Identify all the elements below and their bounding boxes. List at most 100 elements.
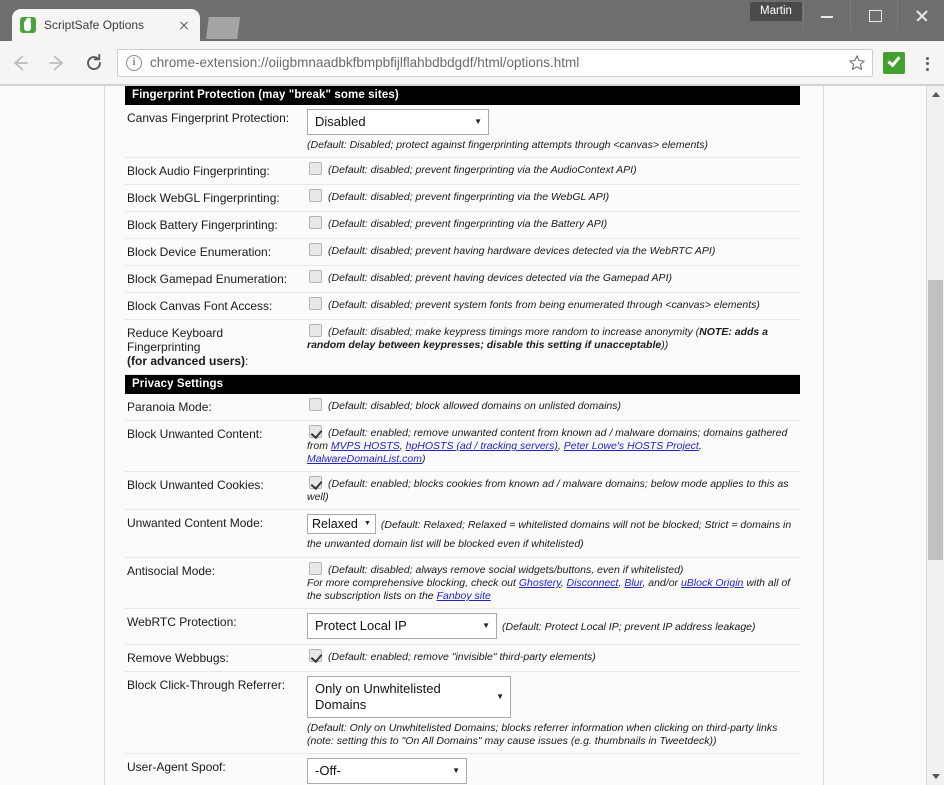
option-label: Unwanted Content Mode: — [125, 510, 307, 557]
close-window-button[interactable] — [897, 0, 944, 30]
reload-icon[interactable] — [77, 46, 111, 80]
maximize-button[interactable] — [850, 0, 897, 30]
tab-title: ScriptSafe Options — [44, 18, 176, 32]
option-row: Block WebGL Fingerprinting:(Default: dis… — [125, 185, 800, 212]
window-controls — [803, 0, 944, 30]
back-arrow-icon[interactable] — [3, 46, 37, 80]
option-control: -Off-(Default: -Off-; spoofs your user-a… — [307, 754, 800, 785]
hint-link[interactable]: Blur — [624, 577, 642, 589]
minimize-button[interactable] — [803, 0, 850, 30]
option-checkbox[interactable] — [309, 243, 322, 256]
option-checkbox[interactable] — [309, 270, 322, 283]
option-checkbox[interactable] — [309, 297, 322, 310]
chrome-menu-icon[interactable] — [913, 48, 941, 78]
option-control: Only on Unwhitelisted Domains(Default: O… — [307, 672, 800, 753]
hint-link[interactable]: hpHOSTS (ad / tracking servers) — [406, 440, 558, 452]
hint-link[interactable]: Fanboy site — [437, 590, 491, 602]
new-tab-button[interactable] — [206, 17, 240, 39]
page-info-icon[interactable]: i — [126, 55, 142, 71]
option-label: Block Battery Fingerprinting: — [125, 212, 307, 238]
option-checkbox[interactable] — [309, 216, 322, 229]
option-select[interactable]: Relaxed — [307, 514, 376, 534]
title-bar: ScriptSafe Options Martin — [0, 0, 944, 41]
option-label: User-Agent Spoof: — [125, 754, 307, 785]
option-row: Paranoia Mode:(Default: disabled; block … — [125, 394, 800, 421]
option-row: User-Agent Spoof:-Off-(Default: -Off-; s… — [125, 754, 800, 785]
option-select[interactable]: Protect Local IP — [307, 613, 497, 639]
url-text[interactable]: chrome-extension://oiigbmnaadbkfbmpbfijl… — [150, 55, 848, 70]
option-hint: (Default: disabled; block allowed domain… — [307, 398, 796, 413]
option-checkbox[interactable] — [309, 562, 322, 575]
option-label: Block Click-Through Referrer: — [125, 672, 307, 753]
page-viewport: Fingerprint Protection (may "break" some… — [0, 86, 944, 785]
option-checkbox[interactable] — [309, 649, 322, 662]
bookmark-star-icon[interactable] — [848, 54, 866, 72]
option-label: Block Audio Fingerprinting: — [125, 158, 307, 184]
option-hint: (Default: disabled; always remove social… — [307, 562, 796, 577]
option-label: Block Device Enumeration: — [125, 239, 307, 265]
option-control: (Default: disabled; prevent having devic… — [307, 266, 800, 292]
option-label: Block Unwanted Content: — [125, 421, 307, 471]
option-row: Reduce Keyboard Fingerprinting(for advan… — [125, 320, 800, 375]
option-row: Block Device Enumeration:(Default: disab… — [125, 239, 800, 266]
option-hint: (Default: disabled; prevent fingerprinti… — [307, 162, 796, 177]
option-checkbox[interactable] — [309, 425, 322, 438]
option-label: Paranoia Mode: — [125, 394, 307, 420]
option-hint: (Default: disabled; prevent fingerprinti… — [307, 216, 796, 231]
tab-close-icon[interactable] — [176, 17, 192, 33]
option-checkbox[interactable] — [309, 189, 322, 202]
hint-link[interactable]: Peter Lowe's HOSTS Project — [564, 440, 699, 452]
tab-scriptsafe-options[interactable]: ScriptSafe Options — [12, 9, 200, 41]
option-row: Canvas Fingerprint Protection:Disabled(D… — [125, 105, 800, 158]
option-label: WebRTC Protection: — [125, 609, 307, 644]
option-checkbox[interactable] — [309, 324, 322, 337]
option-hint: (Default: disabled; prevent fingerprinti… — [307, 189, 796, 204]
option-row: Block Canvas Font Access:(Default: disab… — [125, 293, 800, 320]
option-checkbox[interactable] — [309, 476, 322, 489]
option-row: Antisocial Mode:(Default: disabled; alwa… — [125, 558, 800, 609]
option-checkbox[interactable] — [309, 398, 322, 411]
hint-link[interactable]: MVPS HOSTS — [331, 440, 400, 452]
option-hint: (Default: enabled; remove unwanted conte… — [307, 425, 796, 466]
options-page: Fingerprint Protection (may "break" some… — [0, 86, 926, 785]
option-select[interactable]: Only on Unwhitelisted Domains — [307, 676, 511, 718]
option-control: (Default: disabled; always remove social… — [307, 558, 800, 608]
address-bar[interactable]: i chrome-extension://oiigbmnaadbkfbmpbfi… — [117, 49, 873, 77]
option-label: Antisocial Mode: — [125, 558, 307, 608]
option-row: Remove Webbugs:(Default: enabled; remove… — [125, 645, 800, 672]
option-control: (Default: disabled; prevent system fonts… — [307, 293, 800, 319]
option-hint: (Default: disabled; make keypress timing… — [307, 324, 796, 352]
option-hint: (Default: Relaxed; Relaxed = whitelisted… — [307, 519, 791, 550]
option-row: Block Unwanted Content:(Default: enabled… — [125, 421, 800, 472]
option-row: Unwanted Content Mode:Relaxed(Default: R… — [125, 510, 800, 558]
option-select[interactable]: -Off- — [307, 758, 467, 784]
browser-toolbar: i chrome-extension://oiigbmnaadbkfbmpbfi… — [0, 41, 944, 85]
option-hint: (Default: enabled; blocks cookies from k… — [307, 476, 796, 504]
option-hint: (Default: disabled; prevent system fonts… — [307, 297, 796, 312]
option-hint: (Default: Protect Local IP; prevent IP a… — [502, 621, 756, 633]
option-label: Reduce Keyboard Fingerprinting(for advan… — [125, 320, 307, 374]
option-control: (Default: disabled; block allowed domain… — [307, 394, 800, 420]
option-label: Block Unwanted Cookies: — [125, 472, 307, 509]
hint-link[interactable]: Ghostery — [519, 577, 561, 589]
hint-link[interactable]: uBlock Origin — [681, 577, 743, 589]
scriptsafe-favicon-icon — [20, 17, 36, 33]
option-label: Block Gamepad Enumeration: — [125, 266, 307, 292]
forward-arrow-icon[interactable] — [40, 46, 74, 80]
scrollbar-thumb[interactable] — [928, 280, 943, 560]
option-checkbox[interactable] — [309, 162, 322, 175]
hint-link[interactable]: Disconnect — [567, 577, 619, 589]
vertical-scrollbar[interactable] — [926, 86, 944, 785]
hint-link[interactable]: MalwareDomainList.com — [307, 453, 422, 465]
option-control: Relaxed(Default: Relaxed; Relaxed = whit… — [307, 510, 800, 557]
scroll-down-arrow-icon[interactable] — [927, 768, 944, 785]
option-hint: (Default: disabled; prevent having hardw… — [307, 243, 796, 258]
option-select[interactable]: Disabled — [307, 109, 489, 135]
profile-name-chip[interactable]: Martin — [750, 2, 802, 21]
option-hint-secondary: For more comprehensive blocking, check o… — [307, 577, 796, 603]
option-control: (Default: enabled; remove "invisible" th… — [307, 645, 800, 671]
scriptsafe-toolbar-icon[interactable] — [883, 52, 905, 74]
scroll-up-arrow-icon[interactable] — [927, 86, 944, 103]
option-row: WebRTC Protection:Protect Local IP (Defau… — [125, 609, 800, 645]
section-header-fingerprint: Fingerprint Protection (may "break" some… — [125, 86, 800, 105]
